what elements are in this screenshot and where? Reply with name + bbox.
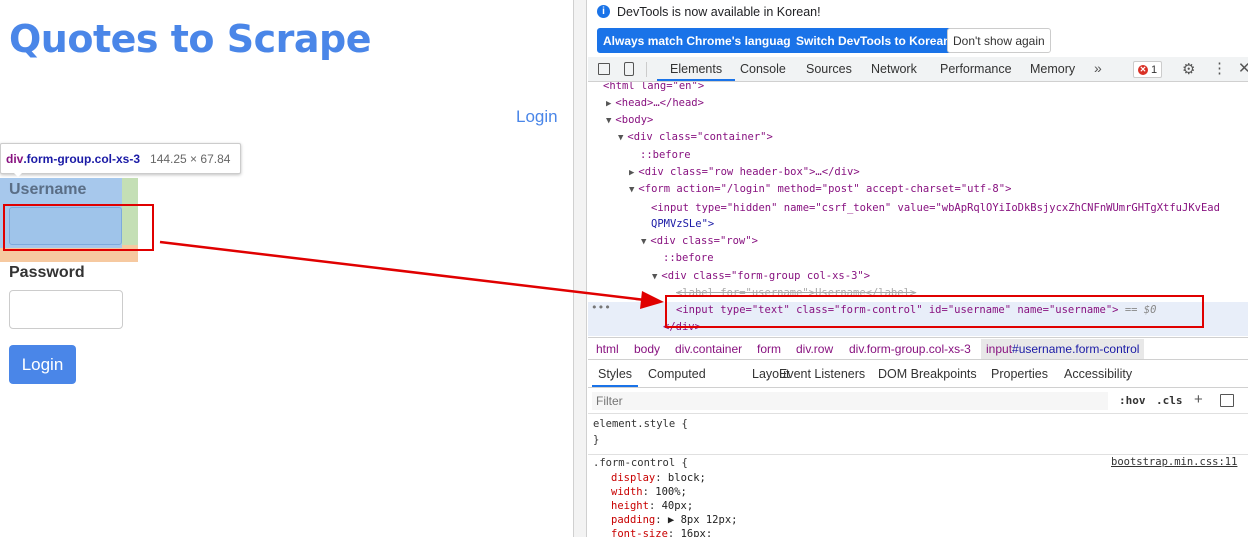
breadcrumb-form-group[interactable]: div.form-group.col-xs-3 [849,342,971,356]
match-language-button[interactable]: Always match Chrome's language [597,28,804,53]
breadcrumb-input[interactable]: input #username.form-control [981,339,1145,359]
styles-filter-input[interactable] [592,392,1108,410]
expand-icon[interactable]: ▶ [606,99,611,109]
declaration-width[interactable]: width: 100%; [611,485,687,499]
tab-console[interactable]: Console [740,62,786,76]
element-style-close: } [593,434,600,446]
tree-node-form[interactable]: ▼ <form action="/login" method="post" acc… [629,181,1011,198]
tab-styles[interactable]: Styles [598,367,632,381]
node-actions-ellipsis-icon[interactable]: ••• [591,301,611,314]
rule-selector[interactable]: .form-control { [593,456,688,470]
tooltip-dimensions: 144.25 × 67.84 [150,151,231,166]
tab-sources[interactable]: Sources [806,62,852,76]
rule-divider [588,454,1248,455]
tree-node-before[interactable]: ::before [640,147,691,164]
tab-network[interactable]: Network [871,62,917,76]
notice-text: DevTools is now available in Korean! [617,5,821,19]
language-notice: i DevTools is now available in Korean! A… [588,0,1248,55]
collapse-icon[interactable]: ▼ [629,185,634,195]
more-tabs-icon[interactable]: » [1094,60,1102,76]
declaration-padding[interactable]: padding: ▶ 8px 12px; [611,513,737,527]
tab-memory[interactable]: Memory [1030,62,1075,76]
devtools-panel: i DevTools is now available in Korean! A… [588,0,1248,537]
tab-elements[interactable]: Elements [670,62,722,76]
close-devtools-icon[interactable]: ✕ [1238,59,1248,77]
tree-node-header-box[interactable]: ▶ <div class="row header-box">…</div> [629,164,860,181]
toggle-sidebar-icon[interactable] [1220,394,1234,407]
breadcrumb-form[interactable]: form [757,342,781,356]
annotation-box-input-node [665,295,1204,328]
declaration-display[interactable]: display: block; [611,471,706,485]
breadcrumb: html body div.container form div.row div… [588,337,1248,360]
site-title[interactable]: Quotes to Scrape [9,17,372,61]
tooltip-tag: div [6,151,24,166]
more-options-icon[interactable]: ⋮ [1212,59,1227,77]
tree-node-form-group[interactable]: ▼ <div class="form-group col-xs-3"> [652,268,870,285]
tab-properties[interactable]: Properties [991,367,1048,381]
breadcrumb-body[interactable]: body [634,342,660,356]
annotation-box-username [3,204,154,251]
device-toolbar-icon[interactable] [624,62,634,76]
tree-node-head[interactable]: ▶ <head>…</head> [606,95,704,112]
inspect-element-icon[interactable] [598,63,610,75]
info-icon: i [597,5,610,18]
breadcrumb-html[interactable]: html [596,342,619,356]
login-button[interactable]: Login [9,345,76,384]
add-style-rule-icon[interactable]: + [1194,391,1203,408]
tab-accessibility[interactable]: Accessibility [1064,367,1132,381]
tree-node-container[interactable]: ▼ <div class="container"> [618,129,773,146]
expand-icon[interactable]: ▶ [629,168,634,178]
tooltip-arrow [12,171,24,177]
tab-event-listeners[interactable]: Event Listeners [779,367,865,381]
panel-splitter[interactable] [573,0,587,537]
tab-computed[interactable]: Computed [648,367,706,381]
username-label: Username [9,181,87,198]
inspect-tooltip: div .form-group.col-xs-3 144.25 × 67.84 [0,143,242,174]
error-count: 1 [1151,63,1158,76]
declaration-height[interactable]: height: 40px; [611,499,693,513]
tree-node-row[interactable]: ▼ <div class="row"> [641,233,758,250]
tab-performance[interactable]: Performance [940,62,1012,76]
switch-language-button[interactable]: Switch DevTools to Korean [790,28,957,53]
toolbar-separator [646,62,647,77]
error-icon: ✕ [1138,64,1148,75]
hover-state-button[interactable]: :hov [1119,394,1146,407]
sidebar-tabs: Styles Computed Layout Event Listeners D… [588,361,1248,388]
tooltip-classes: .form-group.col-xs-3 [23,151,141,166]
collapse-icon[interactable]: ▼ [652,272,657,282]
breadcrumb-container[interactable]: div.container [675,342,742,356]
declaration-font-size[interactable]: font-size: 16px; [611,527,712,537]
tree-node-html[interactable]: <html lang="en"> [603,82,704,95]
password-input[interactable] [9,290,123,329]
collapse-icon[interactable]: ▼ [606,116,611,126]
styles-pane: element.style { } .form-control { bootst… [588,414,1248,537]
settings-gear-icon[interactable]: ⚙ [1182,60,1195,78]
header-login-link[interactable]: Login [516,107,558,127]
styles-filter-bar: :hov .cls + [588,389,1248,414]
tree-node-row-before[interactable]: ::before [663,250,714,267]
dont-show-again-button[interactable]: Don't show again [947,28,1051,53]
active-tab-indicator [657,79,735,81]
element-style-selector[interactable]: element.style { [593,417,688,431]
devtools-tabbar: Elements Console Sources Network Perform… [588,57,1248,82]
tab-dom-breakpoints[interactable]: DOM Breakpoints [878,367,977,381]
tree-node-csrf-input[interactable]: <input type="hidden" name="csrf_token" v… [651,200,1220,217]
collapse-icon[interactable]: ▼ [641,237,646,247]
class-toggle-button[interactable]: .cls [1156,394,1183,407]
breadcrumb-row[interactable]: div.row [796,342,833,356]
stylesheet-source-link[interactable]: bootstrap.min.css:11 [1111,456,1237,468]
tree-node-body[interactable]: ▼ <body> [606,112,653,129]
active-sidebar-tab-indicator [592,385,638,387]
tree-node-csrf-input-cont[interactable]: QPMVzSLe"> [651,216,714,233]
error-count-badge[interactable]: ✕ 1 [1133,61,1163,78]
page-viewport: Quotes to Scrape Login Username div .form… [0,0,573,537]
password-label: Password [9,264,85,281]
collapse-icon[interactable]: ▼ [618,133,623,143]
